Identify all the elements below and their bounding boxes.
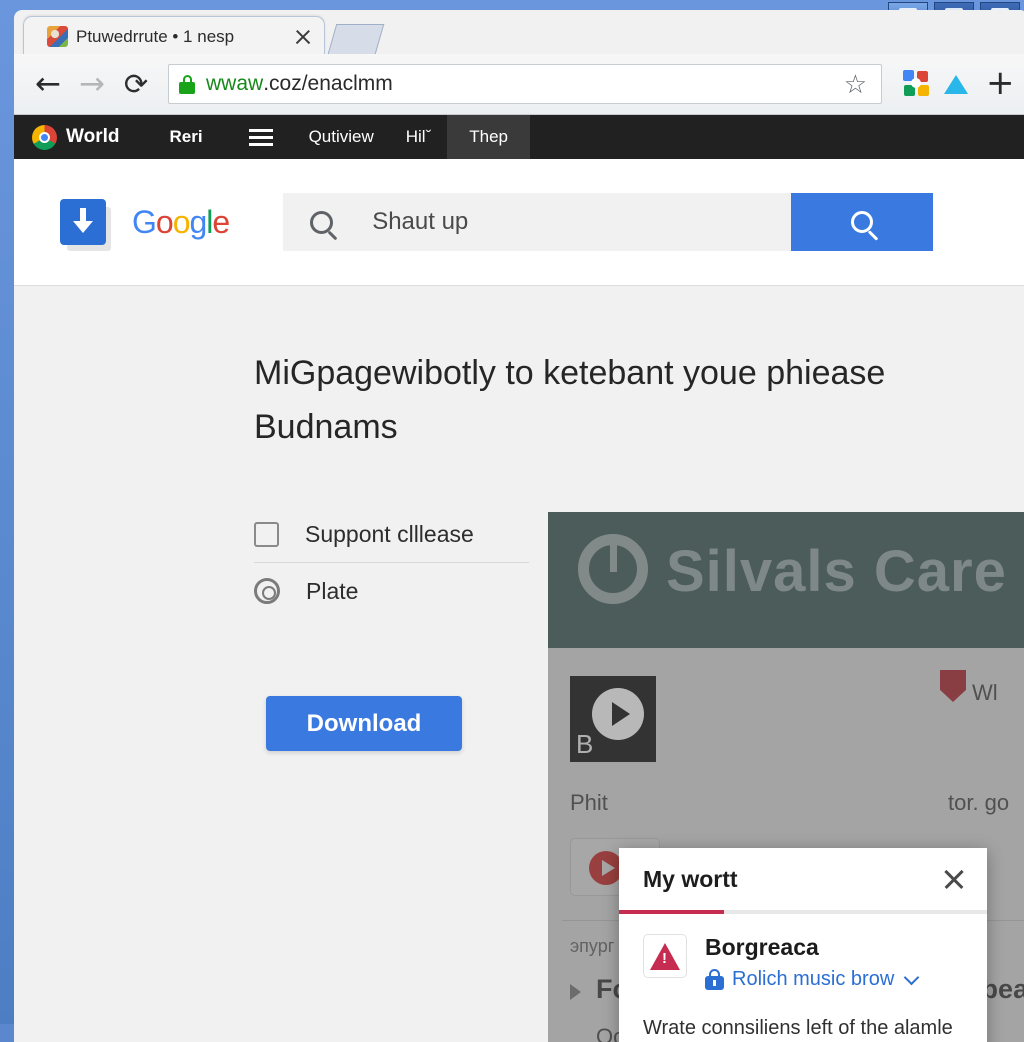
search-input[interactable]: Shaut up: [283, 193, 791, 251]
warning-text-block: Borgreaca Rolich music brow: [705, 934, 917, 991]
background-banner: Silvals Care: [548, 512, 1024, 648]
page-header: Google Shaut up: [14, 159, 1024, 286]
hamburger-menu-icon[interactable]: [249, 129, 273, 146]
browser-window: Ptuwedrrute • 1 nesp ← → ⟳ wwaw .coz/ena…: [14, 10, 1024, 1030]
option-label-plate: Plate: [306, 578, 358, 605]
search-submit-icon: [851, 211, 873, 233]
dialog-description: Wrate connsiliens left of the alamle ple…: [643, 1015, 963, 1042]
chevron-down-icon: [904, 969, 920, 985]
nav-brand[interactable]: World: [66, 126, 153, 148]
tab-close-icon[interactable]: [290, 24, 316, 50]
forward-arrow-icon: →: [79, 69, 105, 100]
banner-title: Silvals Care: [666, 538, 1007, 605]
nav-item-qutiview[interactable]: Qutiview: [293, 127, 390, 147]
background-video-thumbnail[interactable]: B: [570, 676, 656, 762]
logo-letter-2: o: [156, 204, 173, 240]
logo-letter-4: g: [189, 204, 206, 240]
option-label-support: Suppont clllease: [305, 521, 474, 548]
close-icon[interactable]: [939, 864, 969, 894]
options-group: Suppont clllease Plate: [254, 506, 529, 619]
background-text-small: эпург: [570, 936, 614, 957]
lock-info-icon: [705, 969, 724, 990]
forward-button[interactable]: →: [70, 62, 114, 106]
page-title: MiGpagewibotly to ketebant youe phiease …: [254, 346, 944, 455]
nav-item-reri[interactable]: Reri: [153, 127, 228, 147]
background-text-wl: Wl: [972, 680, 998, 706]
search-input-value: Shaut up: [372, 208, 468, 236]
google-logo: Google: [132, 204, 229, 241]
dialog-accent-underline: [619, 910, 987, 914]
logo-letter-3: o: [173, 204, 190, 240]
radio-plate-icon[interactable]: [254, 578, 280, 604]
back-arrow-icon: ←: [35, 69, 61, 100]
plus-icon: +: [986, 63, 1015, 103]
search-icon: [310, 211, 333, 234]
url-path-text: .coz/enaclmm: [263, 72, 393, 96]
dialog-header: My wortt: [619, 848, 987, 910]
warning-row: Borgreaca Rolich music brow: [643, 934, 963, 991]
reload-icon: ⟳: [124, 67, 148, 101]
logo-letter-1: G: [132, 204, 156, 240]
browser-toolbar: ← → ⟳ wwaw .coz/enaclmm ☆ +: [14, 54, 1024, 115]
background-text-tor: tor. go: [948, 790, 1009, 816]
warning-icon-container: [643, 934, 687, 978]
search-area: Shaut up: [283, 193, 1024, 251]
modal-dialog: My wortt Borgreaca Rolich mu: [619, 848, 987, 1042]
browser-menu-button[interactable]: +: [986, 69, 1016, 99]
extension-pinwheel-icon[interactable]: [902, 69, 932, 99]
nav-item-thep[interactable]: Thep: [447, 115, 530, 159]
reload-button[interactable]: ⟳: [114, 62, 158, 106]
thumbnail-caption: B: [576, 729, 593, 760]
logo-letter-6: e: [212, 204, 229, 240]
warning-source-label: Rolich music brow: [732, 968, 894, 991]
option-row-plate[interactable]: Plate: [254, 563, 529, 619]
tab-title: Ptuwedrrute • 1 nesp: [76, 27, 290, 47]
url-scheme-text: wwaw: [206, 72, 263, 96]
tab-strip: Ptuwedrrute • 1 nesp: [14, 10, 1024, 54]
address-bar[interactable]: wwaw .coz/enaclmm ☆: [168, 64, 882, 104]
dialog-body: Borgreaca Rolich music brow Wrate connsi…: [619, 914, 987, 1042]
warning-source-dropdown[interactable]: Rolich music brow: [705, 968, 917, 991]
dialog-title: My wortt: [643, 866, 939, 893]
new-tab-button[interactable]: [328, 24, 385, 54]
checkbox-support-icon[interactable]: [254, 522, 279, 547]
nav-item-hil[interactable]: Hilˇ: [390, 127, 448, 147]
browser-tab-active[interactable]: Ptuwedrrute • 1 nesp: [23, 16, 325, 56]
bookmark-star-icon[interactable]: ☆: [840, 69, 871, 100]
background-text-phit: Phit: [570, 790, 608, 816]
lock-icon: [179, 75, 195, 94]
download-badge-icon: [60, 199, 106, 245]
search-submit-button[interactable]: [791, 193, 933, 251]
banner-logo-icon: [578, 534, 648, 604]
download-button-label: Download: [307, 710, 422, 738]
download-button[interactable]: Download: [266, 696, 462, 751]
chrome-logo-icon: [32, 125, 57, 150]
back-button[interactable]: ←: [26, 62, 70, 106]
extension-cone-icon[interactable]: [944, 69, 974, 99]
page-content: MiGpagewibotly to ketebant youe phiease …: [14, 286, 1024, 1042]
youtube-icon: [589, 851, 623, 885]
warning-triangle-icon: [650, 943, 680, 970]
site-navigation-bar: World Reri Qutiview Hilˇ Thep: [14, 115, 1024, 159]
tab-favicon-icon: [47, 26, 68, 47]
play-icon: [592, 688, 644, 740]
shield-icon: [940, 670, 966, 702]
bullet-triangle-icon: [570, 984, 581, 1000]
option-row-support[interactable]: Suppont clllease: [254, 506, 529, 562]
warning-title: Borgreaca: [705, 934, 917, 961]
